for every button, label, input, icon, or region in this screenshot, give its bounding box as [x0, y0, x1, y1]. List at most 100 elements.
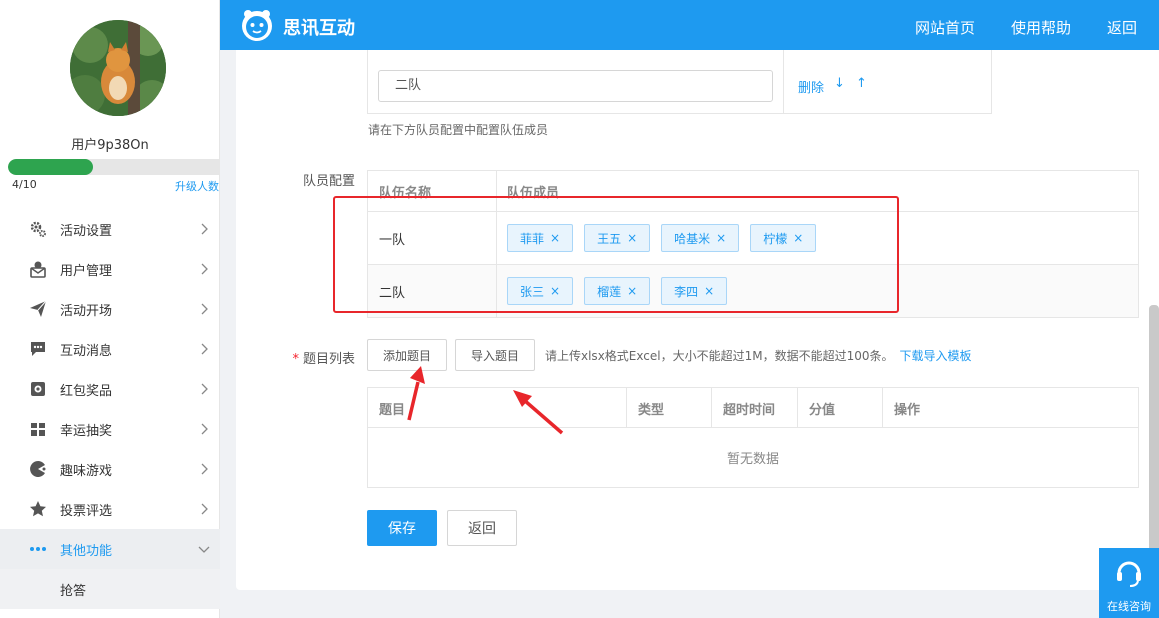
- chevron-right-icon: [201, 303, 208, 315]
- member-tag: 王五 ×: [584, 224, 651, 252]
- sidebar-item-activity-settings[interactable]: 活动设置: [0, 209, 220, 249]
- gift-icon: [28, 419, 48, 439]
- chevron-down-icon: [198, 546, 210, 553]
- quota-progress-bar: [8, 159, 220, 175]
- chevron-right-icon: [201, 223, 208, 235]
- column-header: 题目: [379, 402, 406, 418]
- sidebar-item-lucky-draw[interactable]: 幸运抽奖: [0, 409, 220, 449]
- member-tag: 李四 ×: [661, 277, 728, 305]
- sidebar-item-other-functions[interactable]: 其他功能: [0, 529, 220, 569]
- save-button[interactable]: 保存: [367, 510, 437, 546]
- team-members-cell: 菲菲 × 王五 × 哈基米 × 柠檬 ×: [497, 212, 1138, 264]
- sidebar-item-label: 红包奖品: [60, 383, 113, 399]
- team-members-cell: 张三 × 榴莲 × 李四 ×: [497, 265, 1138, 317]
- member-config-label: 队员配置: [302, 174, 355, 189]
- sidebar-item-user-management[interactable]: 用户管理: [0, 249, 220, 289]
- sidebar-item-interactive-messages[interactable]: 互动消息: [0, 329, 220, 369]
- empty-state: 暂无数据: [726, 452, 779, 467]
- user-icon: [28, 259, 48, 279]
- more-dots-icon: [28, 539, 48, 559]
- close-icon[interactable]: ×: [550, 284, 560, 298]
- star-icon: [28, 499, 48, 519]
- sidebar-item-label: 其他功能: [60, 543, 113, 559]
- headset-icon: [1117, 561, 1141, 587]
- member-tag-label: 张三: [520, 284, 545, 299]
- team-name-cell: 一队: [368, 212, 497, 264]
- online-consult-button[interactable]: 在线咨询: [1099, 548, 1159, 618]
- quota-text: 4/10: [12, 178, 37, 191]
- chevron-right-icon: [201, 343, 208, 355]
- chevron-right-icon: [201, 463, 208, 475]
- table-header-row: 题目 类型 超时时间 分值 操作: [368, 388, 1138, 428]
- red-envelope-icon: [28, 379, 48, 399]
- column-header: 类型: [626, 388, 711, 428]
- pacman-icon: [28, 459, 48, 479]
- close-icon[interactable]: ×: [716, 231, 726, 245]
- column-header: 队伍成员: [507, 185, 560, 201]
- table-row: 一队 菲菲 × 王五 × 哈基米 × 柠檬 ×: [368, 211, 1138, 264]
- sidebar: 用户9p38On 4/10 升级人数 活动设置 用户管理 活动开场 互动消息 红…: [0, 0, 220, 618]
- sidebar-item-label: 趣味游戏: [60, 463, 113, 479]
- close-icon[interactable]: ×: [793, 231, 803, 245]
- chevron-right-icon: [201, 263, 208, 275]
- quota-progress-fill: [8, 159, 93, 175]
- close-icon[interactable]: ×: [550, 231, 560, 245]
- team-config-hint: 请在下方队员配置中配置队伍成员: [368, 123, 549, 137]
- member-tag-label: 柠檬: [763, 231, 788, 246]
- team-name-input[interactable]: 二队: [378, 70, 773, 102]
- sidebar-item-label: 用户管理: [60, 263, 113, 279]
- nav-back-link[interactable]: 返回: [1107, 17, 1137, 38]
- required-mark: *: [292, 352, 299, 367]
- team-name-cell: 二队: [368, 265, 497, 317]
- sidebar-item-fun-games[interactable]: 趣味游戏: [0, 449, 220, 489]
- question-list-label: * 题目列表: [255, 348, 355, 367]
- member-tag: 榴莲 ×: [584, 277, 651, 305]
- member-table: 队伍名称 队伍成员 一队 菲菲 × 王五 × 哈基米 × 柠檬 × 二队 张三 × 榴莲 ×…: [367, 170, 1139, 318]
- import-question-button[interactable]: 导入题目: [455, 339, 535, 371]
- table-row: 二队 张三 × 榴莲 × 李四 ×: [368, 264, 1138, 317]
- move-down-button[interactable]: ↓: [834, 76, 845, 91]
- add-question-button[interactable]: 添加题目: [367, 339, 447, 371]
- delete-team-link[interactable]: 删除: [798, 77, 824, 96]
- member-tag: 柠檬 ×: [750, 224, 817, 252]
- username: 用户9p38On: [71, 138, 149, 153]
- close-icon[interactable]: ×: [704, 284, 714, 298]
- column-header: 操作: [882, 388, 1138, 428]
- logo-icon: [242, 10, 272, 41]
- sidebar-menu: 活动设置 用户管理 活动开场 互动消息 红包奖品 幸运抽奖 趣味游戏 投票评选 …: [0, 209, 220, 609]
- download-template-link[interactable]: 下载导入模板: [899, 349, 971, 363]
- table-divider: [783, 50, 784, 114]
- chevron-right-icon: [201, 423, 208, 435]
- member-tag-label: 菲菲: [520, 231, 545, 246]
- chevron-right-icon: [201, 503, 208, 515]
- sidebar-item-label: 活动开场: [60, 303, 113, 319]
- scrollbar[interactable]: [1149, 305, 1159, 585]
- member-tag-label: 王五: [597, 231, 622, 246]
- sidebar-subitem-quick-answer[interactable]: 抢答: [0, 569, 220, 609]
- consult-label: 在线咨询: [1107, 600, 1151, 613]
- upgrade-link[interactable]: 升级人数: [175, 178, 219, 194]
- member-tag-label: 李四: [674, 284, 699, 299]
- nav-help-link[interactable]: 使用帮助: [1011, 17, 1071, 38]
- avatar[interactable]: [70, 20, 166, 116]
- close-icon[interactable]: ×: [627, 231, 637, 245]
- paper-plane-icon: [28, 299, 48, 319]
- table-header-row: 队伍名称 队伍成员: [368, 171, 1138, 211]
- column-header: 队伍名称: [368, 171, 497, 211]
- column-header: 超时时间: [711, 388, 797, 428]
- member-tag: 张三 ×: [507, 277, 574, 305]
- sidebar-item-voting[interactable]: 投票评选: [0, 489, 220, 529]
- nav-home-link[interactable]: 网站首页: [915, 17, 975, 38]
- member-tag-label: 榴莲: [597, 284, 622, 299]
- move-up-button[interactable]: ↑: [856, 76, 867, 91]
- upload-hint: 请上传xlsx格式Excel，大小不能超过1M，数据不能超过100条。 下载导入模…: [545, 347, 972, 364]
- top-header: 思讯互动 网站首页 使用帮助 返回: [220, 0, 1159, 50]
- question-table: 题目 类型 超时时间 分值 操作 暂无数据: [367, 387, 1139, 488]
- sidebar-item-red-envelope-prizes[interactable]: 红包奖品: [0, 369, 220, 409]
- sidebar-item-activity-opening[interactable]: 活动开场: [0, 289, 220, 329]
- sidebar-item-label: 幸运抽奖: [60, 423, 113, 439]
- sidebar-item-label: 投票评选: [60, 503, 113, 519]
- close-icon[interactable]: ×: [627, 284, 637, 298]
- member-tag: 菲菲 ×: [507, 224, 574, 252]
- back-button[interactable]: 返回: [447, 510, 517, 546]
